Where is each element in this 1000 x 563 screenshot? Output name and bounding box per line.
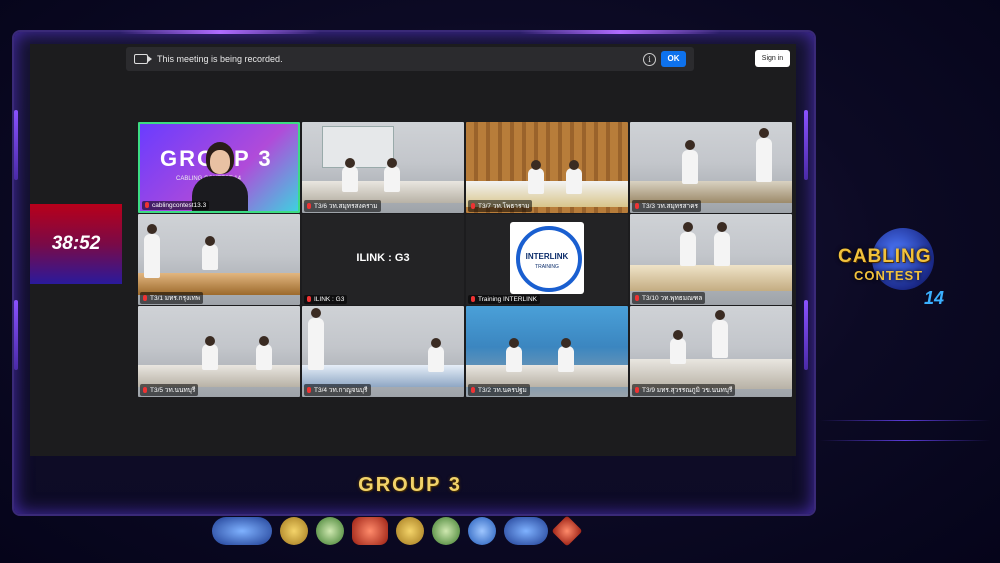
mic-muted-icon [307,296,311,302]
recording-notice: This meeting is being recorded. [157,54,283,64]
video-tile[interactable]: T3/3 วท.สมุทรสาคร [630,122,792,213]
mic-muted-icon [635,387,639,393]
tile-label: T3/6 วท.สมุทรสงคราม [304,200,381,212]
tile-label: Training INTERLINK [468,295,540,304]
mic-muted-icon [145,202,149,208]
decor-line [820,420,990,421]
tile-label: T3/2 วท.นครปฐม [468,384,530,396]
info-icon[interactable]: i [643,53,656,66]
mic-muted-icon [471,387,475,393]
sponsor-strip [212,513,583,549]
tile-label: T3/3 วท.สมุทรสาคร [632,200,702,212]
video-tile[interactable]: T3/5 วท.นนทบุรี [138,306,300,397]
video-tile[interactable]: T3/2 วท.นครปฐม [466,306,628,397]
seal-icon [280,517,308,545]
mic-muted-icon [143,387,147,393]
recording-camera-icon [134,54,152,64]
recording-banner: This meeting is being recorded. [126,47,694,71]
frame-glow-right [520,30,720,34]
emblem-icon [432,517,460,545]
interlink-logo-icon [212,517,272,545]
sign-in-button[interactable]: Sign in [755,50,790,67]
tile-label: T3/5 วท.นนทบุรี [140,384,199,396]
video-tile[interactable]: T3/1 มทร.กรุงเทพ [138,214,300,305]
video-tile[interactable]: T3/10 วท.พุทธมณฑล [630,214,792,305]
ok-button[interactable]: OK [661,51,686,67]
video-tile[interactable]: T3/6 วท.สมุทรสงคราม [302,122,464,213]
anniversary-logo-icon [352,517,388,545]
mic-muted-icon [471,203,475,209]
tile-label: cablingcontest13.3 [142,201,210,210]
frame-glow-left [120,30,320,34]
mic-muted-icon [635,203,639,209]
tile-label: T3/9 มทร.สุวรรณภูมิ วข.นนทบุรี [632,384,736,396]
cabling-contest-logo: CABLING CONTEST 14 [832,228,972,318]
mic-muted-icon [471,296,475,302]
emblem-icon [468,517,496,545]
video-tile[interactable]: T3/4 วท.กาญจนบุรี [302,306,464,397]
tile-label: T3/1 มทร.กรุงเทพ [140,292,204,304]
decor-line [820,440,990,441]
seal-icon [316,517,344,545]
frame-side-bar-right-top [804,110,808,180]
mic-muted-icon [635,295,639,301]
countdown-timer: 38:52 [30,204,122,284]
video-tile[interactable]: T3/9 มทร.สุวรรณภูมิ วข.นนทบุรี [630,306,792,397]
video-tile[interactable]: T3/7 วท.โพธาราม [466,122,628,213]
mic-muted-icon [143,295,147,301]
emblem-icon [396,517,424,545]
mic-muted-icon [307,387,311,393]
link-logo-icon [504,517,548,545]
frame-side-bar-right-bottom [804,300,808,370]
video-tile-host[interactable]: GROUP 3 CABLING CONTEST 14 cablingcontes… [138,122,300,213]
frame-side-bar-left-bottom [14,300,18,370]
group-label: GROUP 3 [358,474,462,496]
tile-label: T3/10 วท.พุทธมณฑล [632,292,706,304]
participant-name: ILINK : G3 [356,252,410,264]
video-tile[interactable]: ILINK : G3 ILINK : G3 [302,214,464,305]
tile-label: ILINK : G3 [304,295,348,304]
interlink-training-logo: INTERLINK TRAINING [510,222,584,294]
tile-label: T3/4 วท.กาญจนบุรี [304,384,371,396]
diamond-logo-icon [551,515,583,547]
mic-muted-icon [307,203,311,209]
frame-side-bar-left-top [14,110,18,180]
video-tile[interactable]: INTERLINK TRAINING Training INTERLINK [466,214,628,305]
tile-label: T3/7 วท.โพธาราม [468,200,533,212]
